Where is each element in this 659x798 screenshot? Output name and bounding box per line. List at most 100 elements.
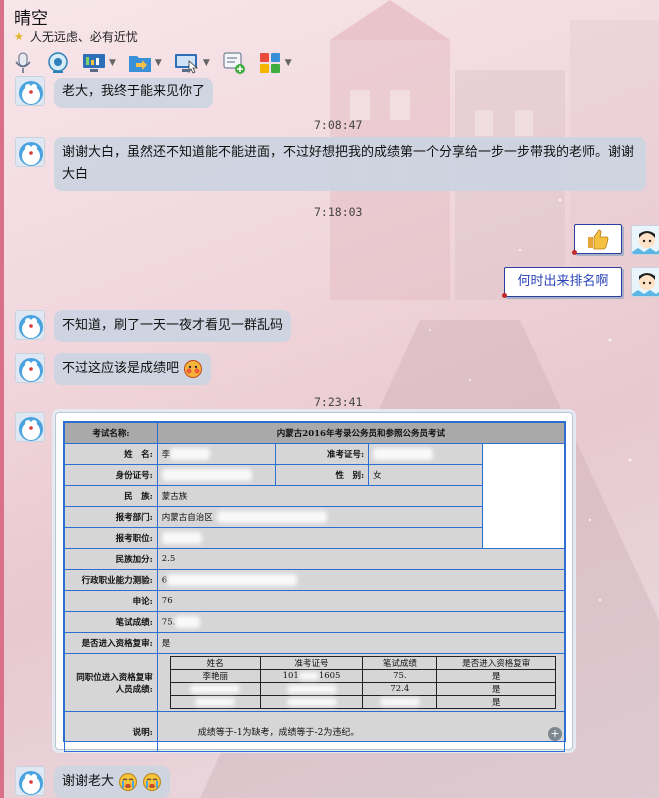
message-text: 何时出来排名啊: [517, 274, 609, 289]
star-icon: ★: [14, 30, 24, 43]
message-bubble-self[interactable]: [574, 224, 622, 254]
crying-face-emoji-icon: [119, 772, 138, 791]
redaction: [298, 671, 319, 680]
redaction: [286, 697, 337, 706]
shenlun-value: 76: [156, 590, 566, 612]
avatar-self[interactable]: [631, 267, 659, 297]
file-transfer-icon: [128, 56, 151, 72]
exam-name: 内蒙古2016年考录公务员和参照公务员考试: [156, 422, 566, 444]
image-message[interactable]: 考试名称: 内蒙古2016年考录公务员和参照公务员考试 姓 名: 李 准考证号:…: [55, 412, 573, 752]
score-sheet-image: 考试名称: 内蒙古2016年考录公务员和参照公务员考试 姓 名: 李 准考证号:…: [63, 421, 566, 752]
avatar-self[interactable]: [631, 225, 659, 255]
message-list[interactable]: 老大，我终于能来见你了 7:08:47 谢谢大白，虽然还不知道能不能进面，不过好…: [0, 76, 659, 798]
avatar[interactable]: [15, 412, 45, 442]
bubble-pin: [502, 293, 507, 298]
dept-value: 内蒙古自治区: [161, 512, 213, 523]
message-bubble-self[interactable]: 何时出来排名啊: [504, 267, 622, 297]
chevron-down-icon[interactable]: ▼: [155, 58, 162, 68]
add-app-button[interactable]: [222, 51, 246, 75]
written-value: 75.: [161, 617, 176, 628]
peers-header: 笔试成绩: [362, 656, 438, 670]
signature-text: 人无远虑、必有近忧: [29, 30, 138, 44]
redaction: [161, 469, 252, 481]
message-bubble[interactable]: 不过这应该是成绩吧: [54, 353, 212, 385]
peers-cell: [259, 682, 364, 696]
screen-share-button[interactable]: ▼: [82, 52, 116, 74]
peers-cell: [259, 695, 364, 709]
peers-cell: 101 1605: [259, 669, 364, 683]
peers-cell: [362, 695, 438, 709]
zoom-in-icon[interactable]: +: [548, 727, 562, 741]
redaction: [175, 616, 201, 628]
peers-cell: 是: [436, 669, 556, 683]
video-call-button[interactable]: [46, 51, 70, 75]
avatar[interactable]: [15, 76, 45, 106]
cartoon-boy-avatar-icon: [632, 268, 659, 296]
gender-value: 女: [368, 464, 483, 486]
chevron-down-icon[interactable]: ▼: [109, 58, 116, 68]
avatar[interactable]: [15, 353, 45, 383]
redaction: [190, 684, 241, 693]
avatar[interactable]: [15, 310, 45, 340]
message-bubble[interactable]: 老大，我终于能来见你了: [54, 78, 214, 108]
peers-cell: [169, 682, 261, 696]
chevron-down-icon[interactable]: ▼: [285, 58, 292, 68]
chat-header: 晴空 ★ 人无远虑、必有近忧 ▼ ▼ ▼ ▼: [0, 0, 659, 82]
redaction: [379, 697, 420, 706]
chat-toolbar: ▼ ▼ ▼ ▼: [12, 50, 304, 76]
peers-header: 准考证号: [259, 656, 364, 670]
ethnic-value: 蒙古族: [156, 485, 483, 507]
message-text: 老大，我终于能来见你了: [62, 84, 206, 99]
redaction: [167, 574, 298, 586]
chevron-down-icon[interactable]: ▼: [203, 58, 210, 68]
doraemon-avatar-icon: [19, 417, 43, 441]
peers-cell: [169, 695, 261, 709]
peers-cell: 72.4: [362, 682, 438, 696]
apps-grid-button[interactable]: ▼: [258, 51, 292, 75]
ethnic-label: 民 族:: [64, 485, 158, 507]
ticket-label: 准考证号:: [275, 443, 370, 465]
add-app-icon: [223, 52, 245, 74]
peers-table: 姓名 准考证号 笔试成绩 是否进入资格复审 李艳丽 101 1605 75. 是: [169, 656, 556, 709]
avatar[interactable]: [15, 137, 45, 167]
message-bubble[interactable]: 谢谢大白，虽然还不知道能不能进面，不过好想把我的成绩第一个分享给一步一步带我的老…: [54, 137, 646, 191]
message-text: 不过这应该是成绩吧: [62, 361, 180, 376]
peers-header: 姓名: [169, 656, 261, 670]
doraemon-avatar-icon: [19, 771, 43, 795]
voice-call-button[interactable]: [12, 51, 34, 75]
shy-face-emoji-icon: [184, 359, 203, 378]
peers-cell: 75.: [362, 669, 438, 683]
message-text: 谢谢大白，虽然还不知道能不能进面，不过好想把我的成绩第一个分享给一步一步带我的老…: [62, 145, 635, 182]
redaction: [373, 448, 434, 460]
video-icon: [48, 52, 68, 73]
xingce-label: 行政职业能力测验:: [64, 569, 158, 591]
message-text: 不知道，刷了一天一夜才看见一群乱码: [62, 318, 284, 333]
avatar[interactable]: [15, 766, 45, 796]
position-label: 报考职位:: [64, 527, 158, 549]
written-label: 笔试成绩:: [64, 611, 158, 633]
thumbs-up-icon: [588, 229, 609, 250]
doraemon-avatar-icon: [19, 315, 43, 339]
review-value: 是: [156, 632, 566, 654]
review-label: 是否进入资格复审:: [64, 632, 158, 654]
remote-desktop-button[interactable]: ▼: [174, 52, 210, 74]
screen-share-icon: [83, 54, 105, 72]
peers-header: 是否进入资格复审: [436, 656, 556, 670]
peers-label: 同职位进入资格复审人员成绩:: [64, 653, 158, 712]
message-bubble[interactable]: 谢谢老大: [54, 766, 171, 798]
remote-desktop-icon: [174, 54, 198, 74]
bubble-pin: [572, 250, 577, 255]
note-label: 说明:: [64, 711, 158, 752]
cartoon-boy-avatar-icon: [632, 226, 659, 254]
score-table: 考试名称: 内蒙古2016年考录公务员和参照公务员考试 姓 名: 李 准考证号:…: [64, 422, 566, 752]
bonus-label: 民族加分:: [64, 548, 158, 570]
peers-cell: 李艳丽: [169, 669, 261, 683]
contact-signature: ★ 人无远虑、必有近忧: [14, 28, 138, 45]
note-value: 成绩等于-1为缺考，成绩等于-2为违纪。: [156, 711, 566, 752]
redaction: [161, 532, 202, 544]
file-transfer-button[interactable]: ▼: [128, 52, 162, 74]
redaction: [195, 697, 236, 706]
message-bubble[interactable]: 不知道，刷了一天一夜才看见一群乱码: [54, 310, 292, 342]
contact-name: 晴空: [14, 9, 48, 29]
peers-cell-part: 1605: [318, 671, 341, 681]
